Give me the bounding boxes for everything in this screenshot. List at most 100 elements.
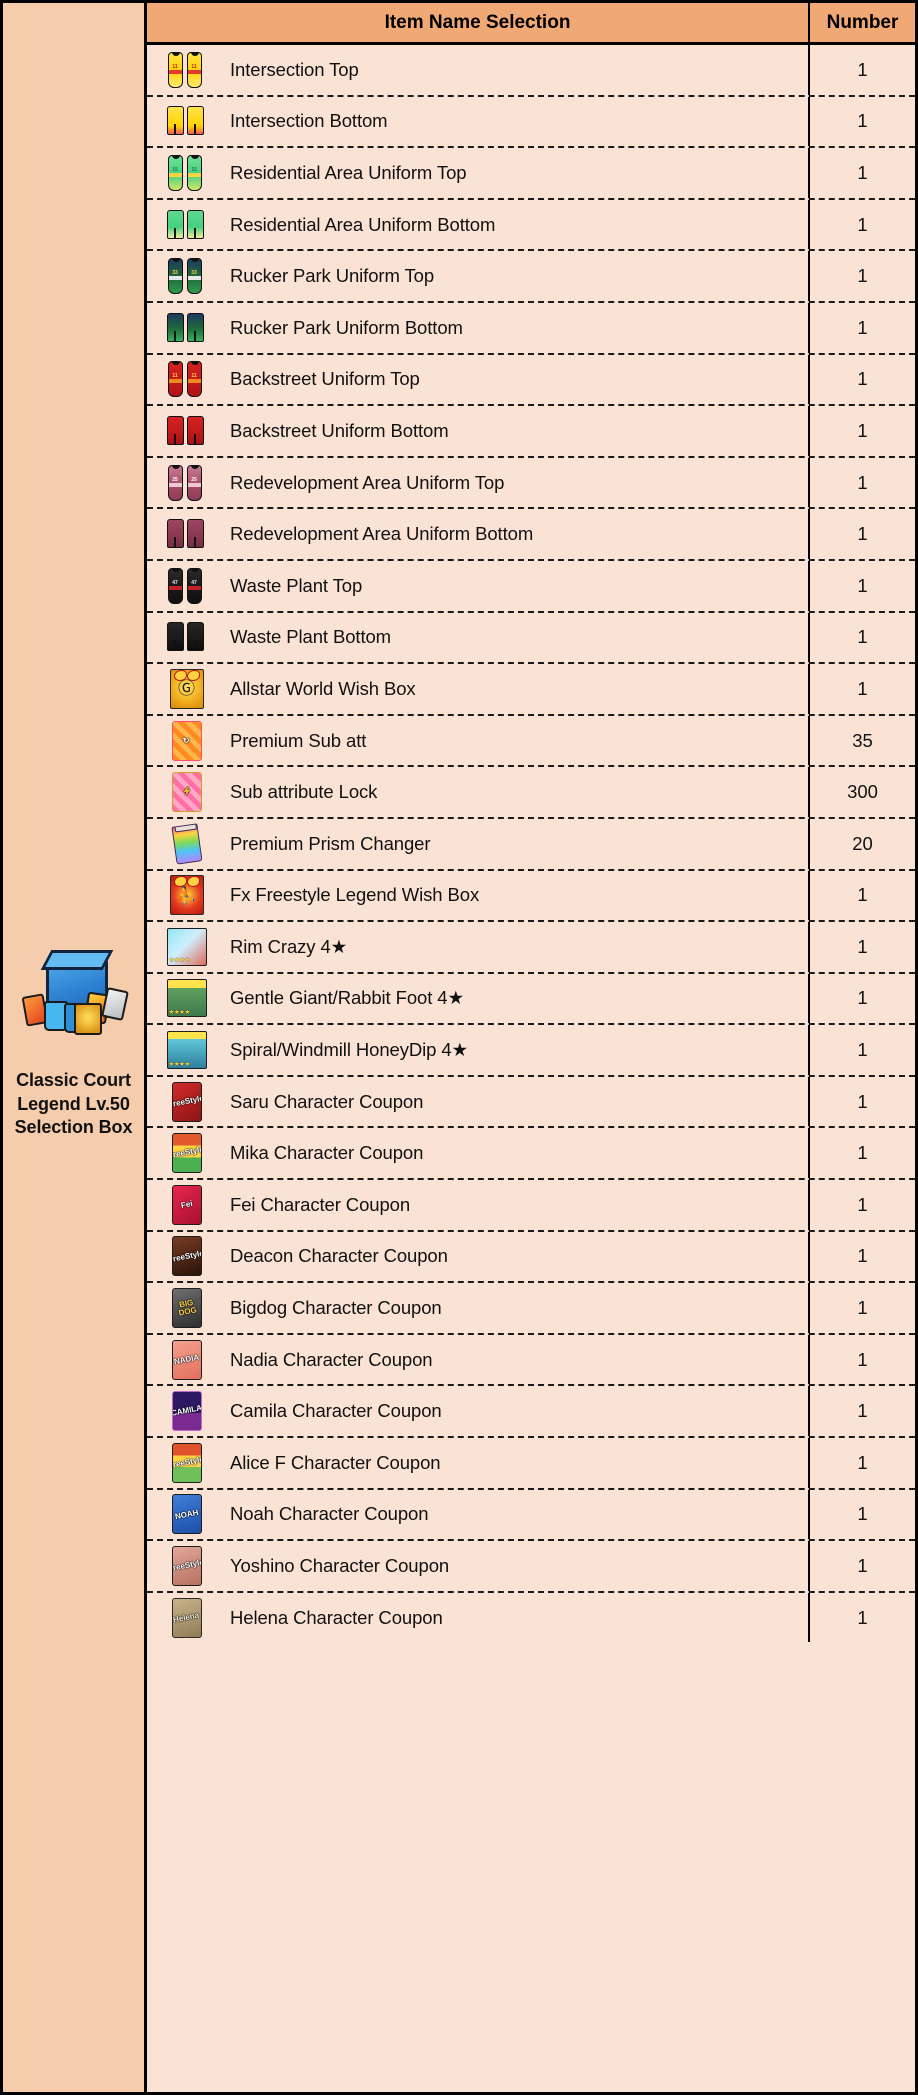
table-row[interactable]: FreeStyle Yoshino Character Coupon 1 [147, 1541, 915, 1593]
item-name-label: Yoshino Character Coupon [230, 1555, 450, 1577]
item-name-label: Noah Character Coupon [230, 1503, 429, 1525]
shorts-darkgreen-icon [165, 307, 209, 349]
table-row[interactable]: 47 47 Waste Plant Top 1 [147, 560, 915, 613]
item-number-cell: 1 [857, 1555, 868, 1577]
table-row[interactable]: FreeStyle Mika Character Coupon 1 [147, 1128, 915, 1181]
table-row[interactable]: Ⓖ Allstar World Wish Box 1 [147, 664, 915, 716]
sub-att-card-icon: ↻ [165, 720, 209, 762]
item-name-cell: FreeStyle Alice F Character Coupon [147, 1438, 810, 1488]
item-name-label: Waste Plant Bottom [230, 626, 391, 648]
table-row[interactable]: ★★★★ Gentle Giant/Rabbit Foot 4★ 1 [147, 973, 915, 1026]
item-name-label: Deacon Character Coupon [230, 1245, 448, 1267]
item-name-cell: ↻ Premium Sub att [147, 715, 810, 766]
table-row[interactable]: FreeStyle Alice F Character Coupon 1 [147, 1438, 915, 1490]
item-number-cell: 20 [852, 832, 873, 854]
table-row[interactable]: CAMILA Camila Character Coupon 1 [147, 1386, 915, 1439]
sub-att-lock-card-icon: ⚡ [165, 771, 209, 813]
item-name-label: Alice F Character Coupon [230, 1451, 441, 1473]
coupon-yoshino-icon: FreeStyle [165, 1545, 209, 1587]
item-icon-cell: ★★★★ [147, 974, 226, 1024]
coupon-fei-icon: Fei [165, 1184, 209, 1226]
item-icon-cell: FreeStyle [147, 1438, 226, 1488]
item-name-label: Mika Character Coupon [230, 1142, 424, 1164]
table-row[interactable]: 33 33 Rucker Park Uniform Top 1 [147, 251, 915, 303]
shorts-yellow-icon [165, 100, 209, 142]
table-row[interactable]: BIG DOG Bigdog Character Coupon 1 [147, 1283, 915, 1335]
item-name-label: Backstreet Uniform Top [230, 368, 420, 390]
table-row[interactable]: Intersection Bottom 1 [147, 96, 915, 149]
table-row[interactable]: Backstreet Uniform Bottom 1 [147, 406, 915, 458]
item-icon-cell: NADIA [147, 1335, 226, 1385]
item-name-label: Redevelopment Area Uniform Bottom [230, 523, 534, 545]
item-number-cell: 1 [857, 884, 868, 906]
item-icon-cell [147, 509, 226, 559]
table-row[interactable]: 15 15 Residential Area Uniform Top 1 [147, 148, 915, 200]
coupon-noah-icon: NOAH [165, 1493, 209, 1535]
jersey-darkgreen-icon: 33 33 [165, 255, 209, 297]
item-name-cell: ⛹ Fx Freestyle Legend Wish Box [147, 870, 810, 921]
table-row[interactable]: Helena Helena Character Coupon 1 [147, 1592, 915, 1643]
item-number-cell: 1 [857, 1400, 868, 1422]
table-row[interactable]: Residential Area Uniform Bottom 1 [147, 199, 915, 252]
item-icon-cell: ⛹ [147, 871, 226, 921]
item-name-cell: FreeStyle Saru Character Coupon [147, 1076, 810, 1127]
jersey-maroon-icon: 25 25 [165, 462, 209, 504]
item-number-cell: 1 [857, 1142, 868, 1164]
item-name-cell: ⚡ Sub attribute Lock [147, 767, 810, 817]
item-number-cell: 1 [857, 1039, 868, 1061]
item-name-cell: Backstreet Uniform Bottom [147, 406, 810, 456]
item-icon-cell [147, 613, 226, 663]
item-number-cell: 1 [857, 1451, 868, 1473]
table-row[interactable]: ↻ Premium Sub att 35 [147, 715, 915, 768]
table-row[interactable]: Waste Plant Bottom 1 [147, 612, 915, 665]
item-icon-cell: FreeStyle [147, 1077, 226, 1127]
item-name-cell: FreeStyle Yoshino Character Coupon [147, 1541, 810, 1591]
skill-rim-crazy-icon: ★★★★ [165, 926, 209, 968]
item-icon-cell: ⚡ [147, 767, 226, 817]
item-name-cell: Fei Fei Character Coupon [147, 1180, 810, 1230]
item-name-label: Saru Character Coupon [230, 1090, 424, 1112]
table-row[interactable]: FreeStyle Saru Character Coupon 1 [147, 1076, 915, 1129]
item-name-cell: Residential Area Uniform Bottom [147, 199, 810, 250]
table-row[interactable]: Premium Prism Changer 20 [147, 818, 915, 871]
table-row[interactable]: 25 25 Redevelopment Area Uniform Top 1 [147, 457, 915, 510]
item-icon-cell [147, 97, 226, 147]
table-body: 11 11 Intersection Top 1 Intersection Bottom… [147, 45, 915, 1643]
item-name-cell: ★★★★ Spiral/Windmill HoneyDip 4★ [147, 1025, 810, 1075]
item-icon-cell: 11 11 [147, 355, 226, 405]
table-row[interactable]: ⚡ Sub attribute Lock 300 [147, 767, 915, 819]
item-name-cell: Helena Helena Character Coupon [147, 1592, 810, 1643]
item-icon-cell: Ⓖ [147, 664, 226, 714]
item-icon-cell: 15 15 [147, 148, 226, 198]
item-name-label: Redevelopment Area Uniform Top [230, 471, 505, 493]
table-row[interactable]: ⛹ Fx Freestyle Legend Wish Box 1 [147, 870, 915, 923]
table-row[interactable]: ★★★★ Rim Crazy 4★ 1 [147, 922, 915, 974]
item-icon-cell: ↻ [147, 716, 226, 766]
item-icon-cell: 25 25 [147, 458, 226, 508]
table-row[interactable]: 11 11 Backstreet Uniform Top 1 [147, 354, 915, 407]
shorts-maroon-icon [165, 513, 209, 555]
table-row[interactable]: Rucker Park Uniform Bottom 1 [147, 302, 915, 355]
item-number-cell: 1 [857, 1606, 868, 1628]
item-name-label: Backstreet Uniform Bottom [230, 419, 449, 441]
table-row[interactable]: NADIA Nadia Character Coupon 1 [147, 1334, 915, 1387]
item-name-label: Sub attribute Lock [230, 781, 378, 803]
table-row[interactable]: FreeStyle Deacon Character Coupon 1 [147, 1231, 915, 1284]
table-row[interactable]: ★★★★ Spiral/Windmill HoneyDip 4★ 1 [147, 1025, 915, 1077]
item-number-cell: 1 [857, 935, 868, 957]
table-row[interactable]: 11 11 Intersection Top 1 [147, 45, 915, 97]
table-row[interactable]: NOAH Noah Character Coupon 1 [147, 1489, 915, 1542]
item-number-cell: 1 [857, 471, 868, 493]
item-number-cell: 1 [857, 110, 868, 132]
item-number-cell: 300 [847, 781, 878, 803]
skill-gentle-giant-icon: ★★★★ [165, 977, 209, 1019]
table-row[interactable]: Redevelopment Area Uniform Bottom 1 [147, 509, 915, 561]
item-name-label: Residential Area Uniform Bottom [230, 213, 496, 235]
table-row[interactable]: Fei Fei Character Coupon 1 [147, 1180, 915, 1232]
jersey-yellow-icon: 11 11 [165, 49, 209, 91]
item-name-cell: Waste Plant Bottom [147, 612, 810, 663]
skill-spiral-windmill-icon: ★★★★ [165, 1029, 209, 1071]
prism-changer-icon [165, 823, 209, 865]
items-table: Item Name Selection Number 11 11 Intersect… [147, 3, 915, 2092]
item-name-cell: 33 33 Rucker Park Uniform Top [147, 251, 810, 301]
